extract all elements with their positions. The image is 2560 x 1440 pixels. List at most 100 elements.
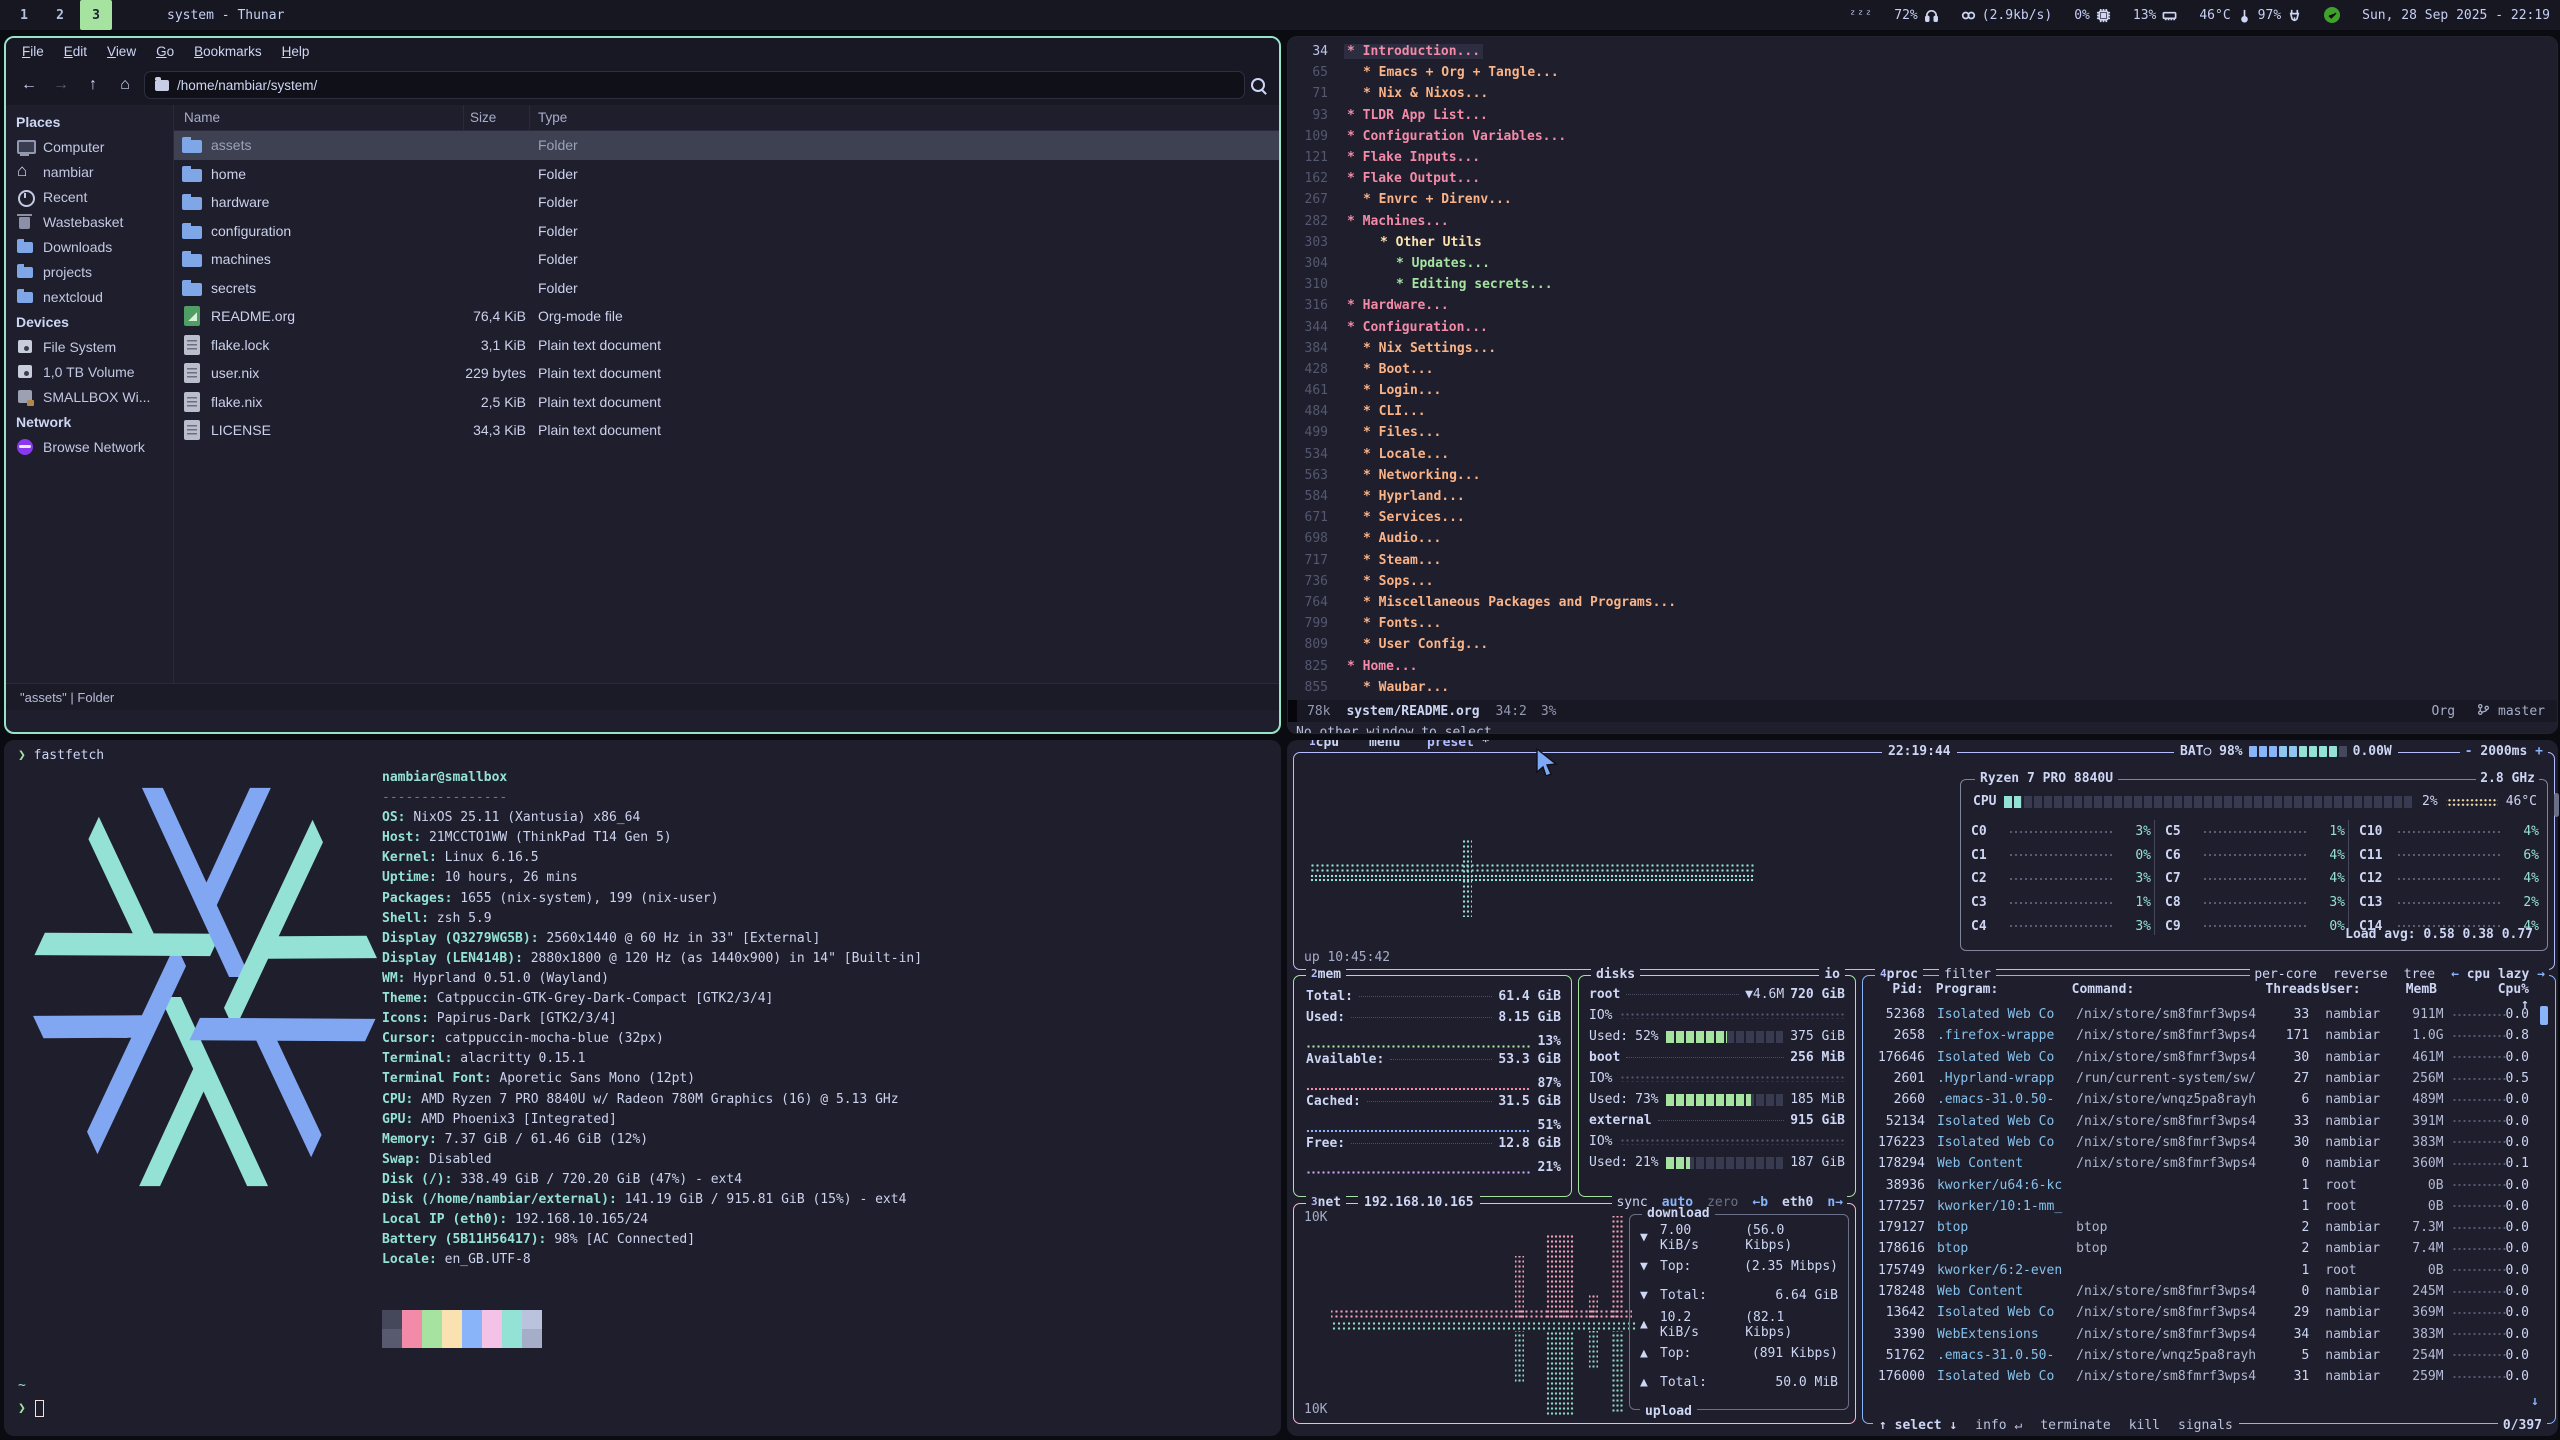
process-row[interactable]: 176646 Isolated Web Co /nix/store/sm8fmr…	[1871, 1047, 2529, 1068]
menu-item[interactable]: File	[14, 41, 52, 62]
process-row[interactable]: 176000 Isolated Web Co /nix/store/sm8fmr…	[1871, 1366, 2529, 1387]
file-row[interactable]: user.nix 229 bytes Plain text document	[174, 359, 1279, 388]
workspace-button[interactable]: 1	[8, 0, 40, 30]
org-heading-line[interactable]: 584 * Hyprland...	[1288, 486, 2557, 507]
org-buffer[interactable]: 34 * Introduction... 65 * Emacs + Org + …	[1288, 41, 2557, 698]
shell-prompt[interactable]: ❯	[18, 1400, 44, 1417]
org-heading-line[interactable]: 71 * Nix & Nixos...	[1288, 83, 2557, 104]
net-option[interactable]: ←b	[1752, 1195, 1768, 1210]
org-heading-line[interactable]: 162 * Flake Output...	[1288, 168, 2557, 189]
back-button[interactable]: ←	[16, 72, 42, 98]
clock-date[interactable]: Sun, 28 Sep 2025 - 22:19	[2362, 8, 2550, 23]
sidebar-item[interactable]: Browse Network	[6, 434, 173, 459]
mem-box-title[interactable]: 2mem	[1306, 967, 1346, 982]
home-button[interactable]: ⌂	[112, 72, 138, 98]
cpu-module[interactable]: 0%	[2074, 8, 2111, 23]
process-row[interactable]: 51762 .emacs-31.0.50- /nix/store/wnqz5pa…	[1871, 1345, 2529, 1366]
file-row[interactable]: hardware Folder	[174, 188, 1279, 217]
org-heading-line[interactable]: 310 * Editing secrets...	[1288, 274, 2557, 295]
forward-button[interactable]: →	[48, 72, 74, 98]
search-icon[interactable]	[1251, 78, 1265, 92]
org-heading-line[interactable]: 499 * Files...	[1288, 422, 2557, 443]
file-row[interactable]: flake.lock 3,1 KiB Plain text document	[174, 331, 1279, 360]
menu-item[interactable]: Bookmarks	[186, 41, 270, 62]
file-row[interactable]: README.org 76,4 KiB Org-mode file	[174, 302, 1279, 331]
process-row[interactable]: 2658 .firefox-wrappe /nix/store/sm8fmrf3…	[1871, 1025, 2529, 1046]
sidebar-item[interactable]: Recent	[6, 184, 173, 209]
net-box-title[interactable]: 3net	[1306, 1195, 1346, 1210]
file-row[interactable]: configuration Folder	[174, 217, 1279, 246]
org-heading-line[interactable]: 121 * Flake Inputs...	[1288, 147, 2557, 168]
menu-item[interactable]: Go	[148, 41, 182, 62]
process-row[interactable]: 177257 kworker/10:1-mm_ 1 root 0B 0.0	[1871, 1196, 2529, 1217]
org-heading-line[interactable]: 282 * Machines...	[1288, 211, 2557, 232]
interval-increase[interactable]: +	[2535, 744, 2543, 759]
org-heading-line[interactable]: 109 * Configuration Variables...	[1288, 126, 2557, 147]
process-row[interactable]: 2601 .Hyprland-wrapp /run/current-system…	[1871, 1068, 2529, 1089]
screen-edge-scrollbar[interactable]	[2554, 793, 2559, 817]
process-row[interactable]: 178294 Web Content /nix/store/sm8fmrf3wp…	[1871, 1153, 2529, 1174]
filter-button[interactable]: filter	[1939, 967, 1996, 982]
file-row[interactable]: LICENSE 34,3 KiB Plain text document	[174, 416, 1279, 445]
file-row[interactable]: home Folder	[174, 160, 1279, 189]
terminal-window[interactable]: ❯ fastfetch nambiar@smallbox -----------…	[4, 740, 1281, 1436]
file-row[interactable]: assets Folder	[174, 131, 1279, 160]
org-heading-line[interactable]: 267 * Envrc + Direnv...	[1288, 189, 2557, 210]
memory-module[interactable]: 13%	[2133, 8, 2177, 23]
info-key[interactable]: info ↵	[1975, 1418, 2022, 1433]
interval-decrease[interactable]: -	[2465, 744, 2473, 759]
org-heading-line[interactable]: 825 * Home...	[1288, 655, 2557, 676]
org-heading-line[interactable]: 304 * Updates...	[1288, 253, 2557, 274]
sidebar-item[interactable]: Places	[6, 109, 173, 134]
signals-key[interactable]: signals	[2178, 1418, 2233, 1433]
org-heading-line[interactable]: 698 * Audio...	[1288, 528, 2557, 549]
process-row[interactable]: 13642 Isolated Web Co /nix/store/sm8fmrf…	[1871, 1302, 2529, 1323]
temperature-module[interactable]: 46°C 97%	[2199, 8, 2302, 23]
proc-scrollbar[interactable]	[2540, 1006, 2548, 1025]
org-heading-line[interactable]: 316 * Hardware...	[1288, 295, 2557, 316]
sidebar-item[interactable]: Devices	[6, 309, 173, 334]
sidebar-item[interactable]: Computer	[6, 134, 173, 159]
proc-option[interactable]: tree	[2404, 967, 2435, 982]
up-button[interactable]: ↑	[80, 72, 106, 98]
process-row[interactable]: 179127 btop btop 2 nambiar 7.3M 0.0	[1871, 1217, 2529, 1238]
org-heading-line[interactable]: 344 * Configuration...	[1288, 316, 2557, 337]
process-row[interactable]: 178616 btop btop 2 nambiar 7.4M 0.0	[1871, 1238, 2529, 1259]
menu-item[interactable]: View	[99, 41, 144, 62]
process-row[interactable]: 175749 kworker/6:2-even 1 root 0B 0.0	[1871, 1260, 2529, 1281]
process-row[interactable]: 3390 WebExtensions /nix/store/sm8fmrf3wp…	[1871, 1323, 2529, 1344]
org-heading-line[interactable]: 717 * Steam...	[1288, 550, 2557, 571]
column-name[interactable]: Name	[174, 105, 464, 130]
terminate-key[interactable]: terminate	[2040, 1418, 2110, 1433]
org-heading-line[interactable]: 736 * Sops...	[1288, 571, 2557, 592]
process-row[interactable]: 52368 Isolated Web Co /nix/store/sm8fmrf…	[1871, 1004, 2529, 1025]
org-heading-line[interactable]: 428 * Boot...	[1288, 359, 2557, 380]
process-row[interactable]: 178248 Web Content /nix/store/sm8fmrf3wp…	[1871, 1281, 2529, 1302]
sidebar-item[interactable]: Wastebasket	[6, 209, 173, 234]
io-tab[interactable]: io	[1819, 967, 1845, 982]
workspace-button[interactable]: 3	[80, 0, 112, 30]
org-heading-line[interactable]: 534 * Locale...	[1288, 444, 2557, 465]
sidebar-item[interactable]: File System	[6, 334, 173, 359]
file-row[interactable]: machines Folder	[174, 245, 1279, 274]
menu-button[interactable]: menu	[1364, 740, 1405, 750]
sidebar-item[interactable]: nambiar	[6, 159, 173, 184]
idle-inhibitor[interactable]: ᶻᶻᶻ	[1849, 8, 1872, 23]
process-row[interactable]: 2660 .emacs-31.0.50- /nix/store/wnqz5pa8…	[1871, 1089, 2529, 1110]
org-heading-line[interactable]: 799 * Fonts...	[1288, 613, 2557, 634]
sidebar-item[interactable]: SMALLBOX Wi...	[6, 384, 173, 409]
org-heading-line[interactable]: 855 * Waubar...	[1288, 677, 2557, 698]
sidebar-item[interactable]: projects	[6, 259, 173, 284]
process-row[interactable]: 52134 Isolated Web Co /nix/store/sm8fmrf…	[1871, 1110, 2529, 1131]
file-row[interactable]: secrets Folder	[174, 274, 1279, 303]
network-module[interactable]: (2.9kb/s)	[1961, 8, 2052, 23]
net-option[interactable]: eth0	[1782, 1195, 1813, 1210]
preset-button[interactable]: preset *	[1422, 740, 1495, 750]
org-heading-line[interactable]: 809 * User Config...	[1288, 634, 2557, 655]
sidebar-item[interactable]: Network	[6, 409, 173, 434]
cpu-box-title[interactable]: 1cpu	[1304, 740, 1344, 750]
proc-option[interactable]: per-core	[2254, 967, 2317, 982]
proc-box-title[interactable]: 4proc	[1875, 967, 1923, 982]
process-row[interactable]: 176223 Isolated Web Co /nix/store/sm8fmr…	[1871, 1132, 2529, 1153]
volume-module[interactable]: 72%	[1894, 8, 1938, 23]
